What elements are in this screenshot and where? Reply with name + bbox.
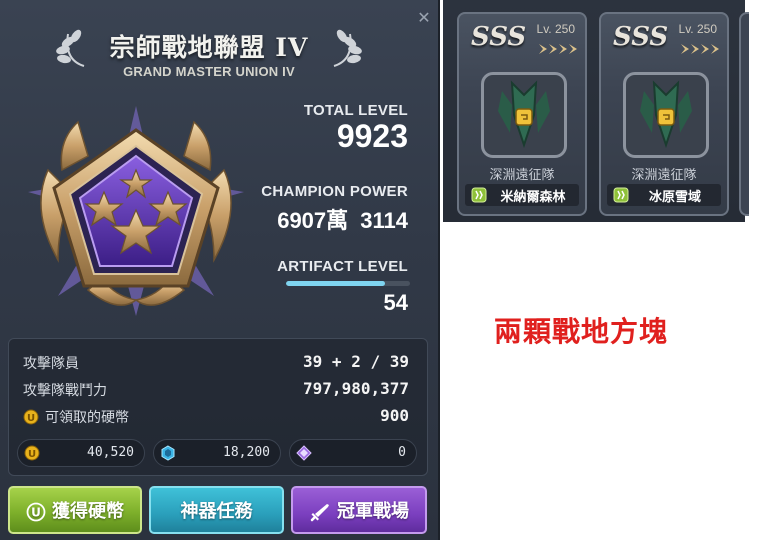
artifact-quest-button[interactable]: 神器任務 xyxy=(149,486,284,534)
card-region-label: 冰原雪域 xyxy=(648,190,701,205)
territory-card[interactable]: SSS Lv. 250 深淵遠征隊 冰原雪域 xyxy=(599,12,729,216)
forest-region-icon xyxy=(471,187,487,203)
abyss-expedition-icon xyxy=(498,80,550,149)
union-emblem-icon xyxy=(28,106,244,316)
artifact-level-caption: ARTIFACT LEVEL xyxy=(277,258,408,275)
gem-balance-value: 0 xyxy=(398,445,406,460)
union-subtitle: GRAND MASTER UNION IV xyxy=(123,64,295,79)
rank-chevrons-icon xyxy=(539,44,577,54)
team-power-value: 797,980,377 xyxy=(303,379,409,398)
members-value: 39 + 2 / 39 xyxy=(303,352,409,371)
crystal-balance-pill: 18,200 xyxy=(153,439,281,467)
purple-gem-icon xyxy=(296,445,312,461)
total-level-caption: TOTAL LEVEL xyxy=(303,102,408,119)
territory-card[interactable]: SSS Lv. 250 深淵遠征隊 米納爾森林 xyxy=(457,12,587,216)
total-level-value: 9923 xyxy=(336,118,408,154)
coin-icon: U xyxy=(24,445,40,461)
earn-coins-label: 獲得硬幣 xyxy=(52,501,124,522)
coin-icon: U xyxy=(23,409,39,425)
claimable-coins-label: 可領取的硬幣 xyxy=(45,410,129,426)
gem-balance-pill: 0 xyxy=(289,439,417,467)
svg-text:U: U xyxy=(31,506,41,520)
artifact-level-progress-fill xyxy=(286,281,386,286)
abyss-expedition-icon xyxy=(640,80,692,149)
coin-balance-value: 40,520 xyxy=(87,445,134,460)
union-title: 宗師戰地聯盟 IV xyxy=(109,33,309,62)
close-icon[interactable]: ✕ xyxy=(414,8,434,28)
card-region-label: 米納爾森林 xyxy=(500,190,566,205)
laurel-left-icon xyxy=(56,29,85,67)
card-emblem xyxy=(623,72,709,158)
territory-card-partial xyxy=(739,12,749,216)
card-rank: SSS xyxy=(613,22,669,52)
members-label: 攻擊隊員 xyxy=(23,356,79,372)
team-power-row: 攻擊隊戰鬥力 797,980,377 xyxy=(23,379,409,402)
members-row: 攻擊隊員 39 + 2 / 39 xyxy=(23,352,409,375)
hexagon-crystal-icon xyxy=(161,445,175,461)
union-panel: ✕ 宗師戰地聯盟 IV GRAND MASTER UNION IV TOTAL … xyxy=(0,0,440,540)
artifact-level-value: 54 xyxy=(383,290,408,315)
stats-box: 攻擊隊員 39 + 2 / 39 攻擊隊戰鬥力 797,980,377 U 可領… xyxy=(8,338,428,476)
svg-text:U: U xyxy=(28,449,36,460)
champion-power-value: 6907萬 3114 xyxy=(277,208,408,233)
annotation-caption: 兩顆戰地方塊 xyxy=(494,315,669,348)
crystal-balance-value: 18,200 xyxy=(223,445,270,460)
svg-text:U: U xyxy=(27,413,35,424)
sword-icon xyxy=(310,504,329,522)
card-region: 米納爾森林 xyxy=(465,184,579,206)
champion-arena-label: 冠軍戰場 xyxy=(337,501,409,522)
team-power-label: 攻擊隊戰鬥力 xyxy=(23,383,107,399)
card-level: Lv. 250 xyxy=(536,22,575,36)
rank-chevrons-icon xyxy=(681,44,719,54)
champion-power-caption: CHAMPION POWER xyxy=(261,183,408,200)
laurel-right-icon xyxy=(333,29,362,67)
coin-icon: U xyxy=(26,502,46,522)
card-name: 深淵遠征隊 xyxy=(489,168,555,183)
coin-balance-pill: U 40,520 xyxy=(17,439,145,467)
territory-card-strip: SSS Lv. 250 深淵遠征隊 米納爾森林 SSS Lv. 250 深淵遠征… xyxy=(443,0,749,222)
artifact-level-progress-bar xyxy=(286,281,410,286)
card-rank: SSS xyxy=(471,22,527,52)
champion-arena-button[interactable]: 冠軍戰場 xyxy=(291,486,427,534)
artifact-quest-label: 神器任務 xyxy=(180,501,253,522)
claimable-coins-row: U 可領取的硬幣 900 xyxy=(23,406,409,429)
card-region: 冰原雪域 xyxy=(607,184,721,206)
card-level: Lv. 250 xyxy=(678,22,717,36)
title-banner: 宗師戰地聯盟 IV GRAND MASTER UNION IV xyxy=(54,22,364,84)
earn-coins-button[interactable]: U 獲得硬幣 xyxy=(8,486,142,534)
snowfield-region-icon xyxy=(613,187,629,203)
card-emblem xyxy=(481,72,567,158)
claimable-coins-value: 900 xyxy=(380,406,409,425)
card-name: 深淵遠征隊 xyxy=(631,168,697,183)
